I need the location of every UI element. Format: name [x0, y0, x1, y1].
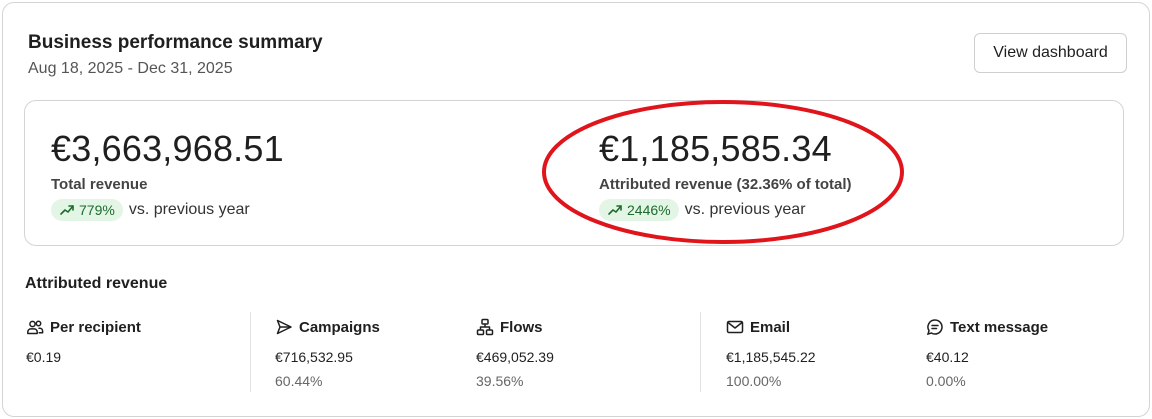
text-message-column: Text message €40.12 0.00% [926, 318, 1048, 390]
text-message-percent: 0.00% [926, 373, 966, 389]
per-recipient-value: €0.19 [26, 349, 62, 365]
text-message-label: Text message [950, 318, 1049, 336]
page-title: Business performance summary [28, 32, 323, 53]
campaigns-header: Campaigns [275, 318, 380, 336]
email-column: Email €1,185,545.22 100.00% [726, 318, 816, 390]
total-revenue-change: 779% vs. previous year [51, 199, 250, 221]
email-header: Email [726, 318, 790, 336]
email-label: Email [750, 318, 791, 336]
attributed-revenue-label: Attributed revenue (32.36% of total) [599, 176, 852, 193]
campaigns-value: €716,532.95 [275, 349, 353, 365]
view-dashboard-button[interactable]: View dashboard [974, 33, 1127, 73]
flows-percent: 39.56% [476, 373, 524, 389]
email-value: €1,185,545.22 [726, 349, 816, 365]
text-message-value: €40.12 [926, 349, 969, 365]
trend-up-icon [60, 205, 74, 215]
revenue-summary-box: €3,663,968.51 Total revenue 779% vs. pre… [24, 100, 1124, 246]
flow-icon [476, 318, 494, 336]
trend-up-icon [608, 205, 622, 215]
total-revenue-label: Total revenue [51, 176, 148, 193]
people-icon [27, 320, 44, 335]
campaigns-label: Campaigns [299, 318, 380, 336]
flows-header: Flows [476, 318, 543, 336]
change-text: vs. previous year [684, 201, 806, 218]
send-icon [276, 319, 292, 335]
column-divider [250, 312, 251, 392]
change-percent: 2446% [627, 202, 671, 218]
flows-column: Flows €469,052.39 39.56% [476, 318, 554, 390]
breakdown-section-title: Attributed revenue [25, 275, 168, 292]
column-divider [700, 312, 701, 392]
total-revenue-amount: €3,663,968.51 [51, 128, 284, 169]
per-recipient-header: Per recipient [26, 318, 141, 336]
change-text: vs. previous year [128, 201, 250, 218]
email-percent: 100.00% [726, 373, 782, 389]
mail-icon [726, 320, 744, 334]
flows-label: Flows [500, 318, 543, 336]
text-message-header: Text message [926, 318, 1048, 336]
per-recipient-column: Per recipient €0.19 [26, 318, 141, 366]
attributed-revenue-change: 2446% vs. previous year [599, 199, 806, 221]
attributed-revenue-amount: €1,185,585.34 [599, 128, 832, 169]
flows-value: €469,052.39 [476, 349, 554, 365]
change-percent: 779% [79, 202, 115, 218]
per-recipient-label: Per recipient [50, 318, 141, 336]
date-range: Aug 18, 2025 - Dec 31, 2025 [28, 60, 233, 77]
change-badge: 779% [51, 199, 123, 221]
campaigns-percent: 60.44% [275, 373, 323, 389]
chat-icon [926, 319, 943, 336]
change-badge: 2446% [599, 199, 679, 221]
campaigns-column: Campaigns €716,532.95 60.44% [275, 318, 380, 390]
